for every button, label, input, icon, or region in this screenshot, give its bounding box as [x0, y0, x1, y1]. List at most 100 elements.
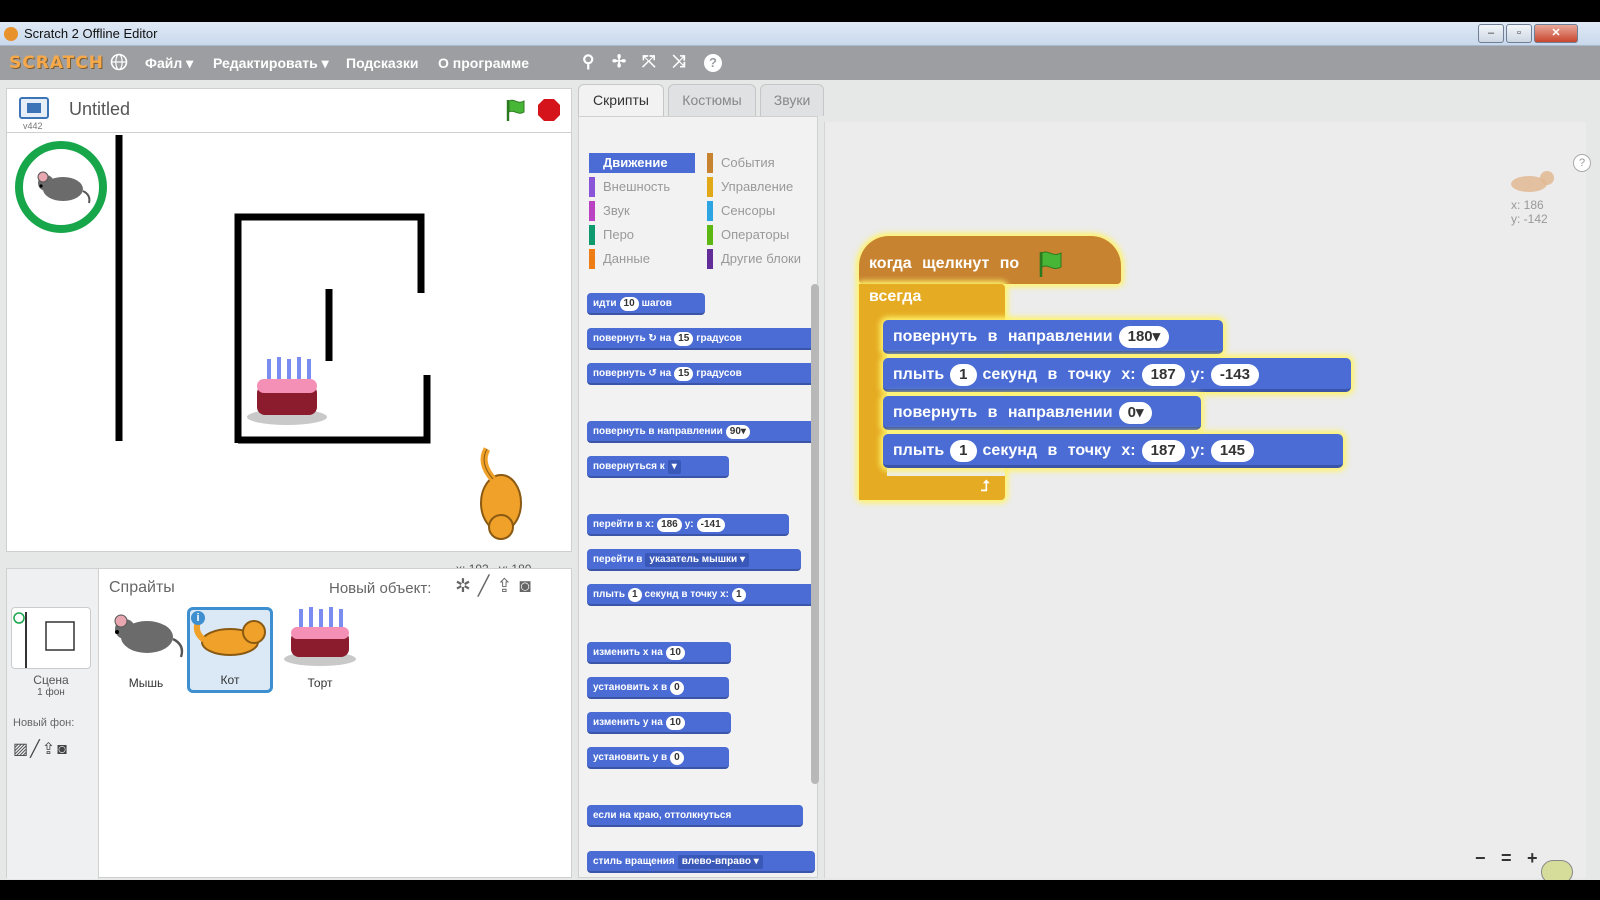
sprite-x-readout: x: 186: [1511, 198, 1544, 212]
info-icon[interactable]: i: [191, 611, 205, 625]
scene-thumbnail[interactable]: [11, 607, 91, 669]
zoom-in-icon[interactable]: +: [1527, 848, 1538, 869]
app-icon: [4, 27, 18, 41]
sprites-pane: Сцена 1 фон Новый фон: ▨╱⇪◙ Спрайты Новы…: [6, 568, 572, 879]
current-sprite-icon: [1505, 166, 1557, 201]
cat-sprite[interactable]: [469, 445, 531, 546]
cake-sprite[interactable]: [245, 355, 329, 432]
block-point-towards[interactable]: повернуться к ▾: [587, 456, 729, 478]
block-change-y[interactable]: изменить y на 10: [587, 712, 731, 734]
block-set-y[interactable]: установить y в0: [587, 747, 729, 769]
scene-column: Сцена 1 фон Новый фон: ▨╱⇪◙: [7, 569, 99, 879]
block-goto-xy[interactable]: перейти в x: 186 y: -141: [587, 514, 789, 536]
block-set-x[interactable]: установить x в0: [587, 677, 729, 699]
category-events[interactable]: События: [707, 153, 813, 173]
menu-edit[interactable]: Редактировать ▾: [213, 55, 329, 72]
category-motion[interactable]: Движение: [589, 153, 695, 173]
block-glide-to-xy[interactable]: плыть 1 секунд в точку x: 187 y: -143: [883, 358, 1351, 392]
project-title[interactable]: Untitled: [69, 99, 130, 120]
delete-icon[interactable]: ✢: [612, 52, 626, 72]
sprite-y-readout: y: -142: [1511, 212, 1548, 226]
zoom-out-icon[interactable]: −: [1475, 848, 1486, 869]
sprite-thumb-mouse[interactable]: Мышь: [103, 607, 189, 693]
forever-label: всегда: [869, 288, 922, 305]
sprites-title: Спрайты: [109, 579, 175, 596]
scripts-area[interactable]: когда щелкнут по всегда ⮥ повернуть в на…: [824, 122, 1591, 880]
sprite-name: Торт: [307, 676, 333, 690]
category-sound[interactable]: Звук: [589, 201, 695, 221]
tab-scripts[interactable]: Скрипты: [578, 84, 664, 116]
category-pen[interactable]: Перо: [589, 225, 695, 245]
block-turn-right[interactable]: повернуть ↻ на 15 градусов: [587, 328, 817, 350]
loop-arrow-icon: ⮥: [981, 478, 990, 495]
sprite-upload-icon[interactable]: ⇪: [496, 576, 519, 597]
block-move-steps[interactable]: идти 10 шагов: [587, 293, 705, 315]
minimize-button[interactable]: –: [1478, 24, 1504, 43]
mouse-sprite[interactable]: [31, 165, 93, 214]
block-change-x[interactable]: изменить x на 10: [587, 642, 731, 664]
new-object-label: Новый объект:: [329, 580, 432, 597]
menu-tips[interactable]: Подсказки: [346, 55, 418, 71]
block-bounce[interactable]: если на краю, оттолкнуться: [587, 805, 803, 827]
category-more-blocks[interactable]: Другие блоки: [707, 249, 813, 269]
title-bar: Scratch 2 Offline Editor – ▫ ✕: [0, 22, 1600, 46]
category-data[interactable]: Данные: [589, 249, 695, 269]
backdrop-paint-icon[interactable]: ╱: [30, 741, 42, 758]
zoom-reset-icon[interactable]: =: [1501, 848, 1512, 869]
block-goto[interactable]: перейти в указатель мышки ▾: [587, 549, 801, 571]
sprite-thumb-cake[interactable]: Торт: [277, 607, 363, 693]
block-glide[interactable]: плыть 1 секунд в точку x: 1: [587, 584, 817, 606]
turn-right-icon: ↻: [648, 333, 657, 344]
backdrop-library-icon[interactable]: ▨: [13, 741, 30, 758]
stage-canvas[interactable]: [6, 132, 572, 552]
grow-icon[interactable]: ⤧: [642, 52, 656, 72]
backdrop-upload-icon[interactable]: ⇪: [42, 741, 57, 758]
sprite-library-icon[interactable]: ✲: [455, 576, 478, 597]
new-backdrop-label: Новый фон:: [13, 717, 75, 729]
menu-bar: SCRATCH Файл ▾ Редактировать ▾ Подсказки…: [0, 46, 1600, 80]
green-flag-icon[interactable]: [503, 97, 529, 128]
scratch-logo[interactable]: SCRATCH: [9, 53, 104, 73]
menu-about[interactable]: О программе: [438, 55, 529, 71]
category-sensing[interactable]: Сенсоры: [707, 201, 813, 221]
scratch-window: Scratch 2 Offline Editor – ▫ ✕ SCRATCH Ф…: [0, 22, 1600, 880]
block-turn-left[interactable]: повернуть ↺ на 15 градусов: [587, 363, 817, 385]
fullscreen-icon[interactable]: [19, 97, 49, 119]
block-point-in-direction[interactable]: повернуть в направлении 0▾: [883, 396, 1201, 430]
duplicate-icon[interactable]: ⚲: [582, 52, 594, 72]
palette-scrollbar[interactable]: [811, 284, 819, 784]
category-looks[interactable]: Внешность: [589, 177, 695, 197]
category-operators[interactable]: Операторы: [707, 225, 813, 245]
help-icon[interactable]: ?: [1573, 154, 1591, 172]
hat-block-when-flag-clicked[interactable]: когда щелкнут по: [859, 236, 1121, 284]
backdrop-camera-icon[interactable]: ◙: [57, 741, 69, 758]
block-point-direction[interactable]: повернуть в направлении 90▾: [587, 421, 815, 443]
maximize-button[interactable]: ▫: [1506, 24, 1532, 43]
sprite-camera-icon[interactable]: ◙: [519, 576, 537, 597]
stage-header: v442 Untitled: [6, 88, 572, 132]
close-button[interactable]: ✕: [1534, 24, 1578, 43]
window-title: Scratch 2 Offline Editor: [24, 26, 158, 41]
backpack-icon[interactable]: [1541, 860, 1573, 880]
block-glide-to-xy[interactable]: плыть 1 секунд в точку x: 187 y: 145: [883, 434, 1343, 468]
sprite-name: Кот: [220, 673, 240, 687]
version-label: v442: [23, 121, 43, 131]
green-flag-icon: [1039, 251, 1062, 277]
category-control[interactable]: Управление: [707, 177, 813, 197]
sprite-name: Мышь: [128, 676, 164, 690]
help-icon[interactable]: ?: [704, 54, 722, 72]
block-point-in-direction[interactable]: повернуть в направлении 180▾: [883, 320, 1223, 354]
block-rotation-style[interactable]: стиль вращения влево-вправо ▾: [587, 851, 815, 873]
scene-backdrops: 1 фон: [37, 687, 65, 698]
block-palette: Движение Внешность Звук Перо Данные Собы…: [578, 116, 818, 878]
turn-left-icon: ↺: [648, 368, 657, 379]
globe-icon[interactable]: [110, 53, 128, 76]
tab-sounds[interactable]: Звуки: [760, 84, 824, 116]
sprite-paint-icon[interactable]: ╱: [478, 576, 496, 597]
stop-icon[interactable]: [537, 98, 561, 122]
scene-label: Сцена: [33, 673, 69, 687]
sprite-thumb-cat[interactable]: i Кот: [187, 607, 273, 693]
shrink-icon[interactable]: ⤨: [672, 52, 686, 72]
menu-file[interactable]: Файл ▾: [145, 55, 193, 72]
tab-costumes[interactable]: Костюмы: [668, 84, 756, 116]
